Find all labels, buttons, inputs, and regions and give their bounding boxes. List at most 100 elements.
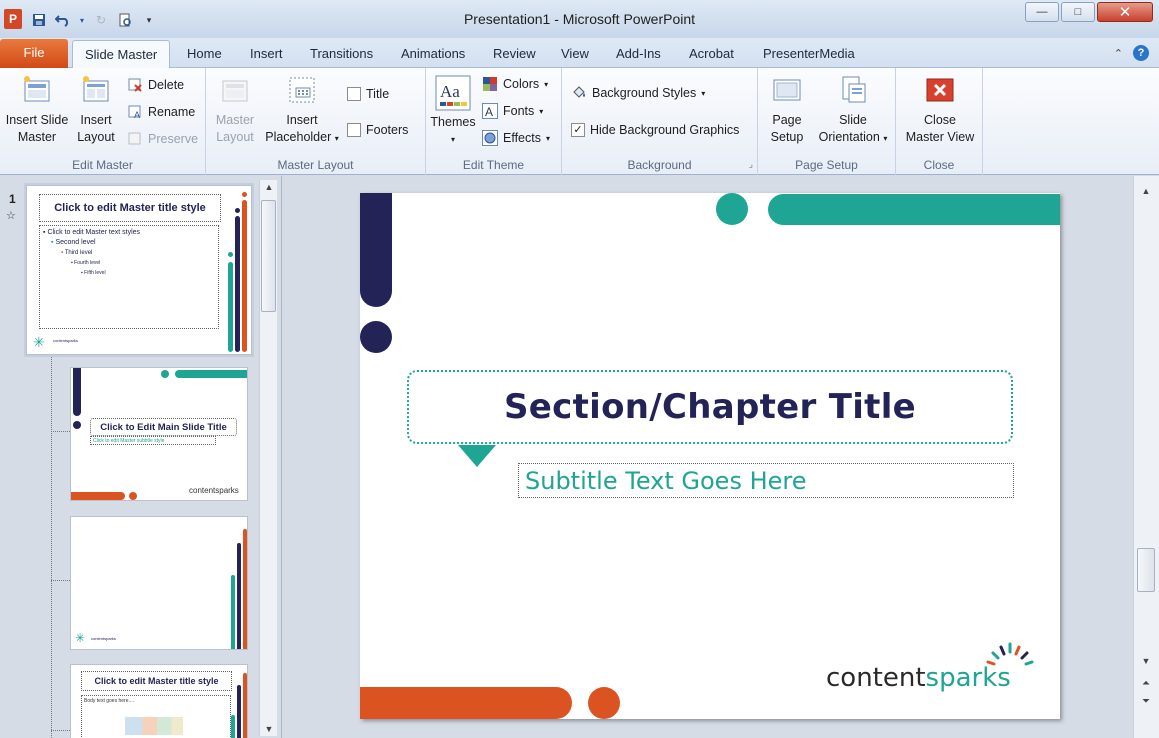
page-setup-button[interactable]: Page Setup (766, 74, 808, 146)
tab-review[interactable]: Review (493, 46, 536, 61)
thumbnail-layout-title-content[interactable]: Click to edit Master title style Body te… (70, 664, 248, 738)
ribbon: Insert Slide Master Insert Layout Delete… (0, 68, 1159, 175)
themes-button[interactable]: Aa Themes ▾ (429, 74, 477, 148)
themes-dropdown-icon: ▾ (450, 135, 455, 144)
fonts-icon: A (482, 103, 498, 119)
insert-slide-master-label-1: Insert Slide (5, 113, 69, 127)
thumb-logo-spark-icon: ✳ (33, 334, 45, 350)
master-layout-label-1: Master (215, 113, 255, 127)
tree-connector (51, 580, 70, 581)
slide-subtitle[interactable]: Subtitle Text Goes Here (525, 467, 807, 495)
minimize-button[interactable]: — (1025, 2, 1059, 22)
thumb-deco-bar-orange (243, 529, 247, 649)
close-master-view-button[interactable]: Close Master View (900, 74, 980, 146)
thumb-deco-bar-navy (73, 368, 81, 416)
tab-animations[interactable]: Animations (401, 46, 465, 61)
editor-scroll-thumb[interactable] (1137, 548, 1155, 592)
title-bar: P ▾ ↻ ▾ Presentation1 - Microsoft PowerP… (0, 0, 1159, 38)
paint-bucket-icon (573, 86, 585, 98)
thumb-layout2-title: Click to Edit Main Slide Title (100, 421, 227, 433)
slide-orientation-label-1: Slide (839, 113, 867, 127)
dropdown-arrow-icon: ▾ (545, 133, 550, 143)
thumb-deco-dot-teal (161, 370, 169, 378)
tab-transitions[interactable]: Transitions (310, 46, 373, 61)
previous-slide-icon[interactable]: ⏶ (1138, 678, 1154, 689)
thumbnail-slide-master[interactable]: Click to edit Master title style ▪ Click… (24, 183, 254, 357)
rename-label: Rename (148, 105, 196, 119)
slide-canvas[interactable]: Section/Chapter Title Subtitle Text Goes… (360, 193, 1060, 719)
insert-layout-button[interactable]: Insert Layout (74, 74, 118, 146)
tab-acrobat[interactable]: Acrobat (689, 46, 734, 61)
minimize-ribbon-icon[interactable]: ⌃ (1114, 47, 1123, 60)
footers-checkbox-box[interactable] (347, 123, 361, 137)
title-checkbox[interactable]: Title (347, 87, 389, 101)
insert-placeholder-button[interactable]: Insert Placeholder ▾ (261, 74, 343, 147)
tab-home[interactable]: Home (187, 46, 222, 61)
dialog-launcher-icon[interactable]: ⌟ (749, 159, 753, 170)
tab-presentermedia[interactable]: PresenterMedia (763, 46, 855, 61)
group-master-layout: Master Layout Insert Placeholder ▾ Title… (206, 68, 426, 175)
background-styles-label: Background Styles (592, 86, 697, 100)
insert-placeholder-label-2: Placeholder (265, 130, 332, 144)
tab-view[interactable]: View (561, 46, 589, 61)
thumb-deco-dot-teal (228, 252, 233, 257)
svg-text:Aa: Aa (440, 82, 460, 101)
scroll-down-arrow-icon[interactable]: ▼ (261, 724, 277, 734)
thumbnail-layout-blank[interactable]: ✳ contentsparks (70, 516, 248, 650)
delete-label: Delete (148, 78, 185, 92)
colors-button[interactable]: Colors ▾ (482, 76, 548, 92)
scroll-down-arrow-icon[interactable]: ▼ (1138, 656, 1154, 666)
tab-file[interactable]: File (0, 39, 68, 68)
tab-insert[interactable]: Insert (250, 46, 283, 61)
insert-slide-master-button[interactable]: Insert Slide Master (3, 74, 71, 146)
preserve-button[interactable]: Preserve (127, 131, 198, 147)
scroll-up-arrow-icon[interactable]: ▲ (261, 182, 277, 192)
hide-background-graphics-checkbox[interactable]: ✓ Hide Background Graphics (571, 123, 739, 137)
tab-add-ins[interactable]: Add-Ins (616, 46, 661, 61)
hide-background-graphics-check-icon[interactable]: ✓ (571, 123, 585, 137)
effects-label: Effects (503, 131, 541, 145)
next-slide-icon[interactable]: ⏷ (1138, 696, 1154, 707)
thumb-chart-icon (125, 717, 183, 735)
thumbnail-scrollbar[interactable]: ▲ ▼ (259, 180, 277, 736)
thumbnail-scroll-thumb[interactable] (261, 200, 276, 312)
page-setup-label-1: Page (772, 113, 802, 127)
tree-connector (51, 354, 52, 738)
hide-background-graphics-label: Hide Background Graphics (590, 123, 740, 137)
help-icon[interactable]: ? (1133, 45, 1149, 61)
master-layout-icon (219, 74, 251, 106)
delete-button[interactable]: Delete (127, 77, 184, 93)
insert-slide-master-label-2: Master (17, 130, 57, 144)
window-title: Presentation1 - Microsoft PowerPoint (463, 11, 696, 27)
scroll-up-arrow-icon[interactable]: ▲ (1138, 186, 1154, 196)
thumb-subtitle-placeholder: Click to edit Master subtitle style (90, 436, 216, 445)
thumb-brand: contentsparks (91, 636, 116, 641)
insert-slide-master-icon (21, 74, 53, 106)
themes-icon: Aa (434, 74, 472, 112)
title-checkbox-box[interactable] (347, 87, 361, 101)
page-setup-label-2: Setup (770, 130, 804, 144)
preserve-label: Preserve (148, 132, 199, 146)
fonts-button[interactable]: A Fonts ▾ (482, 103, 543, 119)
maximize-button[interactable]: □ (1061, 2, 1095, 22)
slide-orientation-button[interactable]: Slide Orientation ▾ (812, 74, 894, 147)
effects-button[interactable]: Effects ▾ (482, 130, 550, 146)
title-placeholder[interactable]: Section/Chapter Title (407, 370, 1013, 444)
slide-title[interactable]: Section/Chapter Title (504, 387, 916, 427)
thumb-deco-bar-orange (71, 492, 125, 500)
editor-scrollbar[interactable]: ▲ ▼ ⏶ ⏷ (1133, 176, 1159, 738)
tab-slide-master[interactable]: Slide Master (72, 40, 171, 69)
group-edit-theme: Aa Themes ▾ Colors ▾ A Fonts ▾ Effects ▾… (426, 68, 562, 175)
deco-bar-orange (360, 687, 572, 719)
footers-checkbox[interactable]: Footers (347, 123, 408, 137)
thumbnail-layout-section-title[interactable]: Click to Edit Main Slide Title Click to … (70, 367, 248, 501)
thumb-deco-dot-orange (129, 492, 137, 500)
logo-text-sparks: sparks (925, 663, 1011, 693)
thumb-deco-dot-navy (73, 421, 81, 429)
master-layout-button[interactable]: Master Layout (212, 74, 258, 146)
background-styles-button[interactable]: Background Styles ▾ (571, 85, 705, 101)
subtitle-placeholder[interactable]: Subtitle Text Goes Here (518, 463, 1014, 498)
thumb-deco-bar-navy (237, 543, 241, 649)
rename-button[interactable]: A Rename (127, 104, 195, 120)
close-window-button[interactable]: ✕ (1097, 2, 1153, 22)
